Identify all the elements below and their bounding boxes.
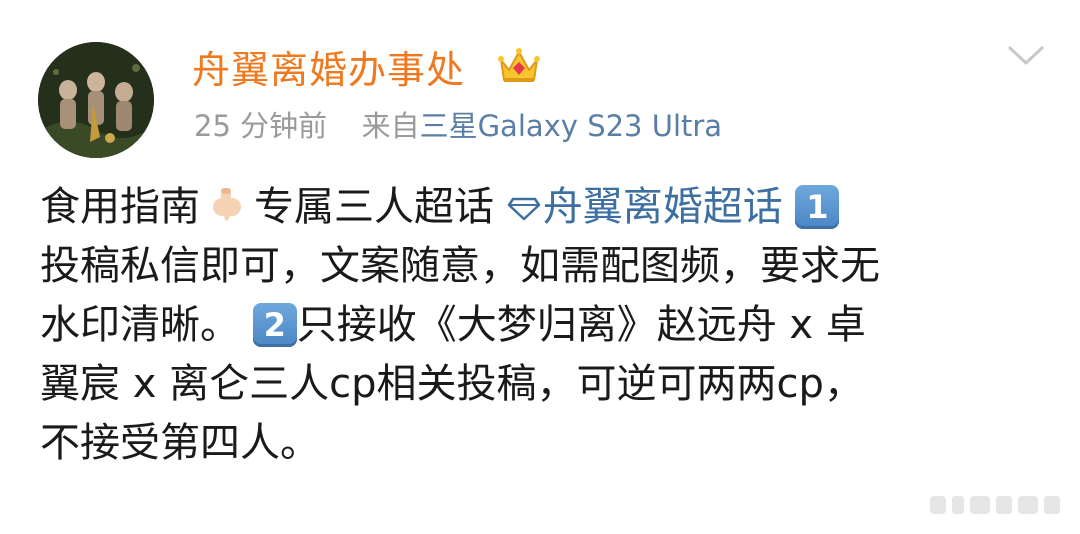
body-line-3: 水印清晰。 2 只接收《大梦归离》赵远舟 x 卓 xyxy=(40,296,1050,355)
body-line-4: 翼宸 x 离仑三人cp相关投稿，可逆可两两cp， xyxy=(40,361,864,407)
chevron-down-icon[interactable] xyxy=(1006,42,1046,68)
avatar[interactable] xyxy=(38,42,154,158)
body-text-guide: 食用指南 xyxy=(40,184,200,230)
topic-link[interactable]: 舟翼离婚超话 xyxy=(507,184,783,230)
body-line-1: 食用指南 专属三人超话 舟翼离婚超话 1 xyxy=(40,178,1050,237)
body-line-5: 不接受第四人。 xyxy=(40,420,320,466)
body-text-accept: 只接收《大梦归离》赵远舟 x 卓 xyxy=(296,302,866,348)
body-text-watermark: 水印清晰。 xyxy=(40,302,240,348)
from-label: 来自 xyxy=(361,109,420,143)
weibo-post-card: 舟翼离婚办事处 25 分钟前 来自三星Galaxy S23 Ultra 食用指南… xyxy=(0,0,1080,534)
topic-label[interactable]: 舟翼离婚超话 xyxy=(543,184,783,230)
username[interactable]: 舟翼离婚办事处 xyxy=(192,46,465,94)
diamond-topic-icon xyxy=(507,197,540,221)
pointing-down-hand-icon xyxy=(213,188,241,221)
post-body: 食用指南 专属三人超话 舟翼离婚超话 1 投稿私信即可，文案随意，如需配图频，要… xyxy=(40,178,1050,473)
keycap-number-1: 1 xyxy=(795,185,840,229)
avatar-image xyxy=(38,42,154,158)
watermark-logo xyxy=(930,496,1060,514)
crown-icon xyxy=(498,48,540,82)
body-text-exclusive: 专属三人超话 xyxy=(254,184,494,230)
post-time: 25 分钟前 xyxy=(194,109,328,143)
body-line-2: 投稿私信即可，文案随意，如需配图频，要求无 xyxy=(40,243,880,289)
post-meta: 25 分钟前 来自三星Galaxy S23 Ultra xyxy=(194,106,722,146)
source-device[interactable]: 三星Galaxy S23 Ultra xyxy=(420,109,723,143)
keycap-number-2: 2 xyxy=(252,303,297,347)
